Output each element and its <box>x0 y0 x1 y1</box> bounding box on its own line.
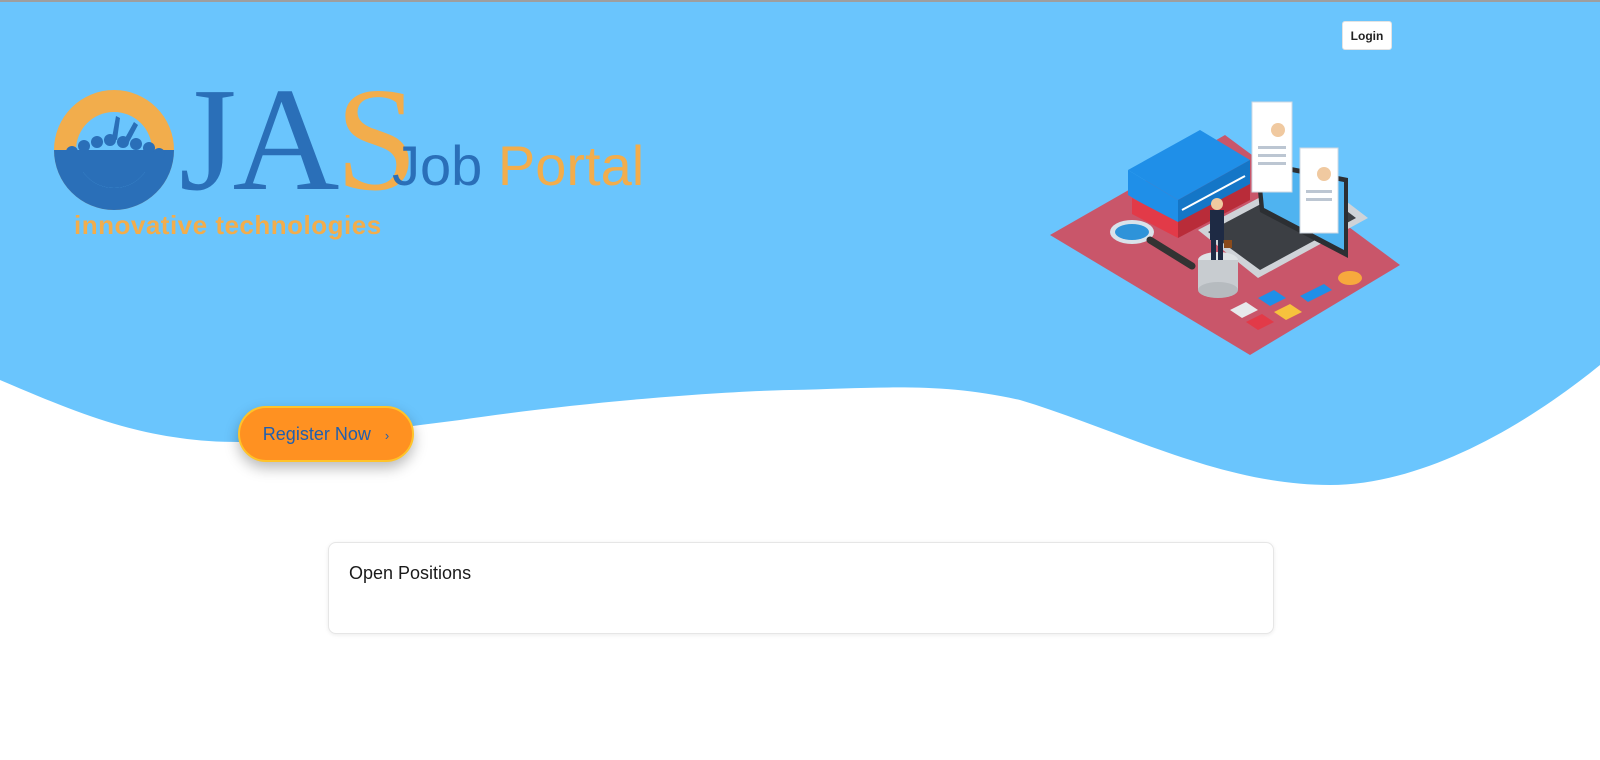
login-button[interactable]: Login <box>1342 21 1392 50</box>
logo-letters-main: JA <box>179 58 339 222</box>
top-border <box>0 0 1600 2</box>
chevron-right-icon: › <box>384 427 390 443</box>
register-now-label: Register Now <box>262 423 371 444</box>
logo-crowd-icon <box>54 90 174 210</box>
ojas-logo: JAS Job Portal innovative technologies <box>52 66 652 248</box>
open-positions-card: Open Positions <box>328 542 1274 634</box>
open-positions-title: Open Positions <box>349 563 472 583</box>
logo-wordmark: JAS <box>179 66 418 214</box>
product-name: Job Portal <box>392 136 644 196</box>
product-word-portal: Portal <box>497 134 645 197</box>
product-word-job: Job <box>392 134 483 197</box>
isometric-job-search-illustration <box>1050 101 1400 355</box>
register-now-button[interactable]: Register Now › <box>238 406 414 462</box>
logo-tagline: innovative technologies <box>74 210 382 240</box>
